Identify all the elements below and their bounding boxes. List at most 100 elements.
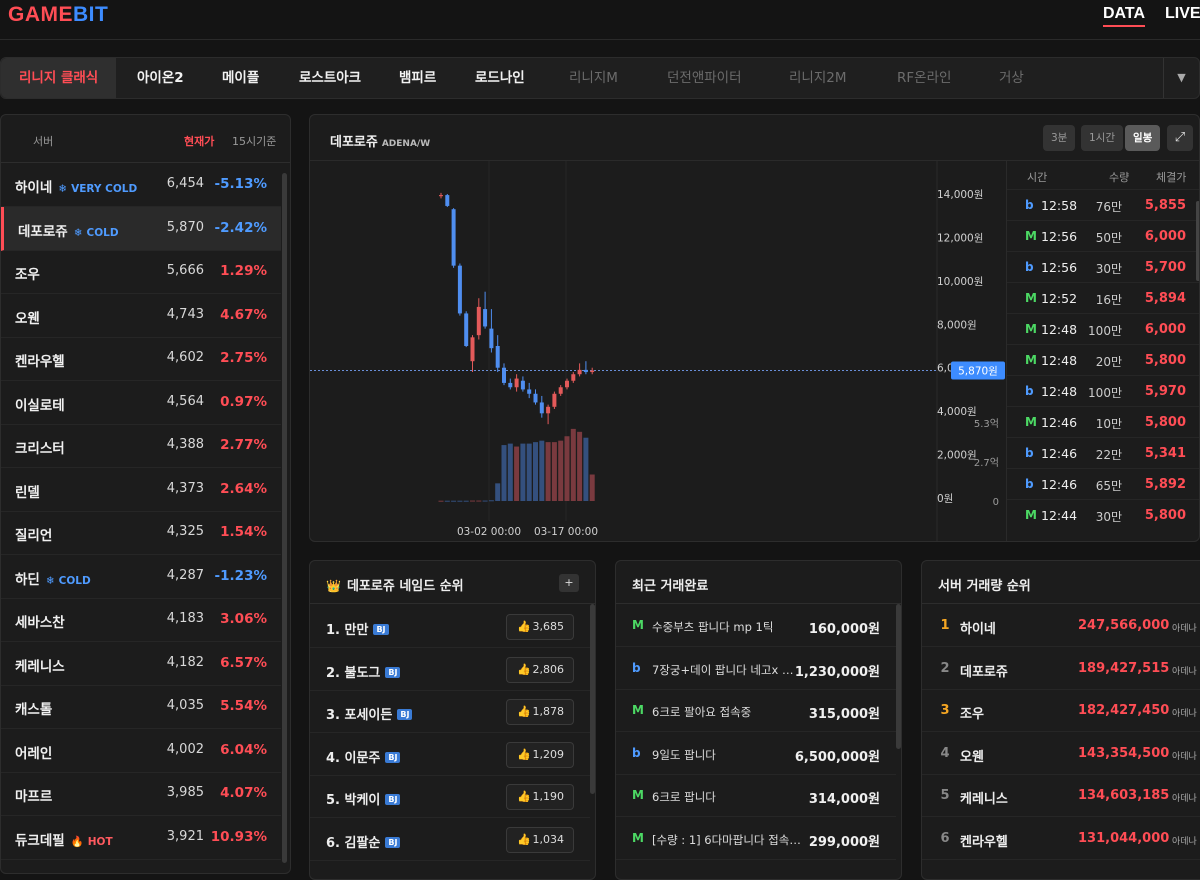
timeframe-1hour-button[interactable]: 1시간 [1081,125,1124,151]
server-list-scrollbar[interactable] [282,173,287,863]
tab-vampir[interactable]: 뱀피르 [381,58,454,98]
like-button[interactable]: 👍 1,190 [506,784,574,810]
like-button[interactable]: 👍 1,034 [506,826,574,853]
volume-bar [476,500,482,502]
tab-dnf[interactable]: 던전앤파이터 [649,58,760,98]
chart-unit: ADENA/W [381,139,431,149]
server-price-list: 서버 현재가 15시기준 하이네 ❄ VERY COLD 6,454 -5.13% 데포로… [0,114,291,874]
server-row[interactable]: 케레니스 4,182 6.57% [1,642,281,686]
tab-aion2[interactable]: 아이온2 [119,58,202,98]
named-row[interactable]: 3. 포세이든 BJ 👍 1,878 [310,690,590,733]
server-row[interactable]: 질리언 4,325 1.54% [1,511,281,555]
timeframe-daily-button[interactable]: 일봉 [1125,125,1161,151]
trade-price: 5,800 [1144,353,1186,368]
recent-trade-row[interactable]: b 9일도 팝니다 6,500,000원 [616,733,896,775]
server-row[interactable]: 하딘 ❄ COLD 4,287 -1.23% [1,555,281,599]
like-button[interactable]: 👍 3,685 [506,614,574,640]
server-price: 4,602 [166,350,204,365]
named-row[interactable]: 6. 김팔순 BJ 👍 1,034 [310,818,590,861]
like-count: 1,034 [532,832,565,846]
volume-row[interactable]: 4 오웬 143,354,500 아데나 [922,733,1200,775]
candle-body [483,309,488,327]
server-row[interactable]: 린델 4,373 2.64% [1,468,281,512]
timeframe-3min-button[interactable]: 3분 [1043,125,1076,151]
expand-icon[interactable]: ⤢ [1167,125,1193,151]
candle-body [533,393,538,403]
like-button[interactable]: 👍 2,806 [506,656,574,683]
header-15h-basis[interactable]: 15시기준 [232,133,276,149]
server-name: 하이네 ❄ VERY COLD [15,176,137,196]
like-button[interactable]: 👍 1,878 [506,699,574,725]
server-row[interactable]: 어레인 4,002 6.04% [1,729,281,773]
platform-icon: b [1025,384,1034,398]
named-row[interactable]: 2. 불도그 BJ 👍 2,806 [310,648,590,691]
server-price: 4,325 [166,524,204,539]
server-row[interactable]: 오웬 4,743 4.67% [1,294,281,338]
trade-row: b 12:46 22만 5,341 [1007,437,1199,468]
recent-trade-row[interactable]: M 6크로 팔아요 접속중 315,000원 [616,690,896,732]
server-row[interactable]: 세바스찬 4,183 3.06% [1,598,281,642]
trades-scrollbar[interactable] [1196,201,1199,281]
tab-lordnine[interactable]: 로드나인 [457,58,543,98]
candle-body [514,378,519,388]
volume-row[interactable]: 6 켄라우헬 131,044,000 아데나 [922,818,1200,860]
server-row[interactable]: 이실로테 4,564 0.97% [1,381,281,425]
thumbs-up-icon: 👍 [517,662,531,676]
server-name: 조우 [15,263,40,283]
named-scrollbar[interactable] [590,604,595,794]
server-row[interactable]: 켄라우헬 4,602 2.75% [1,337,281,381]
trade-qty: 50만 [1095,231,1122,245]
server-change: 1.54% [220,524,267,540]
trade-time: 12:52 [1041,291,1078,306]
volume-row[interactable]: 3 조우 182,427,450 아데나 [922,690,1200,732]
recent-trade-row[interactable]: M [수량 : 1] 6다마팝니다 접속중 ... 299,000원 [616,818,896,860]
tab-lineagem[interactable]: 리니지M [551,58,636,98]
server-row[interactable]: 하이네 ❄ VERY COLD 6,454 -5.13% [1,163,281,207]
server-volume-panel: 서버 거래량 순위 1 하이네 247,566,000 아데나 2 데포로쥬 189,427… [921,560,1200,880]
nav-live-link[interactable]: LIVE [1165,5,1200,23]
server-row[interactable]: 마프르 3,985 4.07% [1,772,281,816]
trade-row: b 12:46 65만 5,892 [1007,468,1199,499]
server-name: 듀크데필 🔥 HOT [15,829,113,849]
platform-icon: b [632,745,641,760]
volume-row[interactable]: 1 하이네 247,566,000 아데나 [922,605,1200,647]
server-row[interactable]: 듀크데필 🔥 HOT 3,921 10.93% [1,816,281,860]
add-named-button[interactable]: + [559,574,579,592]
nav-data-link[interactable]: DATA [1103,5,1146,27]
volume-bar [457,500,463,502]
recent-trade-row[interactable]: M 수중부츠 팝니다 mp 1틱 160,000원 [616,605,896,647]
server-row[interactable]: 크리스터 4,388 2.77% [1,424,281,468]
volume-tick-label: 2.7억 [974,457,999,469]
server-change: 4.07% [220,785,267,801]
server-row[interactable]: 캐스톨 4,035 5.54% [1,685,281,729]
trade-row: M 12:48 100만 6,000 [1007,313,1199,344]
named-row[interactable]: 4. 이문주 BJ 👍 1,209 [310,733,590,776]
more-games-chevron-icon[interactable]: ▼ [1163,58,1199,98]
volume-row[interactable]: 2 데포로쥬 189,427,515 아데나 [922,648,1200,690]
header-current-price[interactable]: 현재가 [184,133,214,149]
tab-lineage2m[interactable]: 리니지2M [771,58,865,98]
trade-row: b 12:58 76만 5,855 [1007,189,1199,220]
tab-maple[interactable]: 메이플 [204,58,277,98]
recent-trade-price: 299,000원 [808,834,880,850]
server-row[interactable]: 데포로쥬 ❄ COLD 5,870 -2.42% [1,206,281,251]
tab-geosang[interactable]: 거상 [981,58,1042,98]
server-row[interactable]: 조우 5,666 1.29% [1,250,281,294]
volume-row[interactable]: 5 케레니스 134,603,185 아데나 [922,775,1200,817]
like-button[interactable]: 👍 1,209 [506,741,574,768]
volume-bar [444,500,450,502]
named-name: 4. 이문주 BJ [326,747,401,766]
named-row[interactable]: 1. 만만 BJ 👍 3,685 [310,605,590,648]
platform-icon: b [1025,260,1034,274]
recent-trade-row[interactable]: M 6크로 팝니다 314,000원 [616,775,896,817]
candlestick-chart[interactable]: 14,000원12,000원10,000원8,000원6,000원4,000원2… [310,161,1006,542]
server-name-text: 마프르 [15,789,53,805]
tab-lineage-classic[interactable]: 리니지 클래식 [1,58,117,98]
recent-trade-row[interactable]: b 7장궁+데이 팝니다 네고x 접... 1,230,000원 [616,648,896,690]
tab-rf-online[interactable]: RF온라인 [879,58,969,98]
named-row[interactable]: 5. 박케이 BJ 👍 1,190 [310,775,590,818]
gamebit-logo[interactable]: GAMEBIT [8,3,108,27]
recent-scrollbar[interactable] [896,604,901,749]
volume-bar [558,440,564,501]
tab-lostark[interactable]: 로스트아크 [281,58,379,98]
